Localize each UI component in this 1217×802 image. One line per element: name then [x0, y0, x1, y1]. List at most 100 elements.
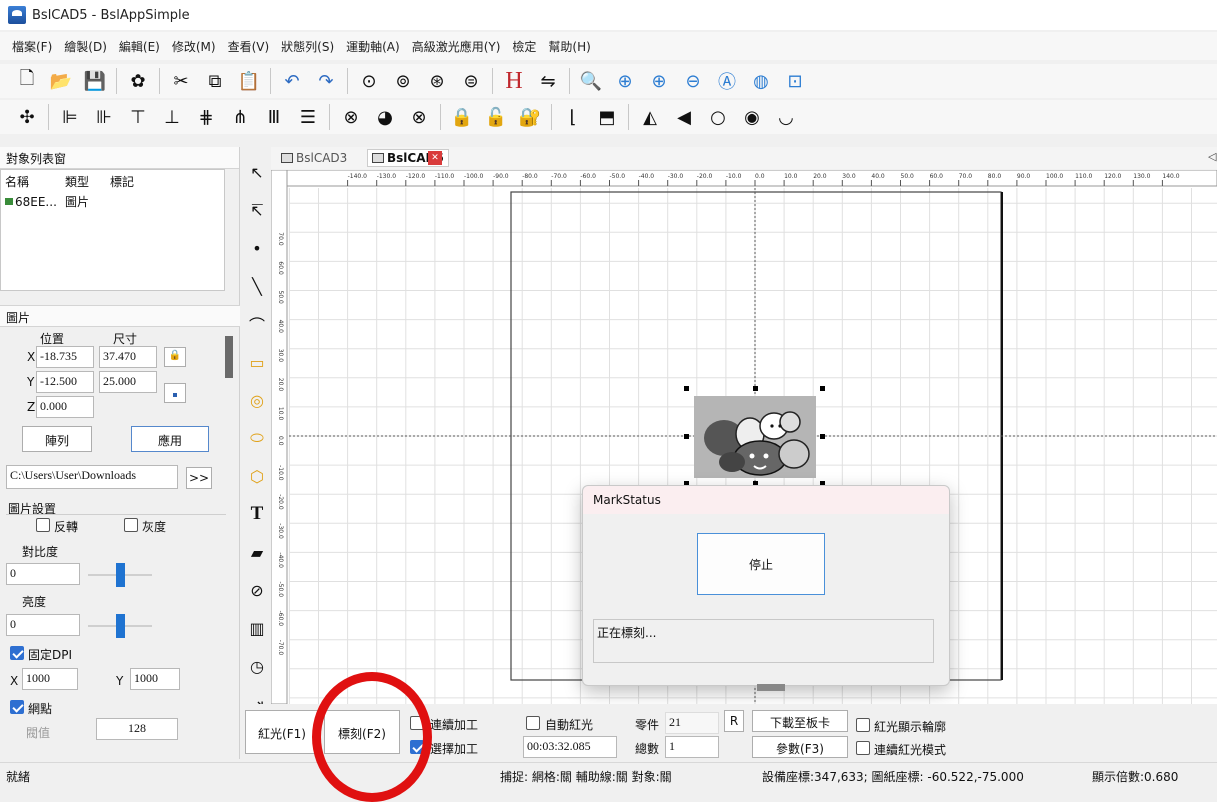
x-position-field[interactable]: -18.735: [36, 346, 94, 368]
parts-field[interactable]: 21: [665, 712, 719, 734]
panel-scrollbar-thumb[interactable]: [225, 336, 233, 378]
object-row[interactable]: 68EE... 圖片: [1, 193, 224, 210]
menu-item-6[interactable]: 運動軸(A): [346, 38, 400, 55]
align-bottom-icon[interactable]: ⊥: [159, 104, 185, 130]
copy-icon[interactable]: ⧉: [202, 68, 228, 94]
hatch-icon[interactable]: H: [501, 68, 527, 94]
dither-checkbox[interactable]: [10, 700, 24, 714]
download-to-board-button[interactable]: 下載至板卡: [752, 710, 848, 732]
lock-ratio-button[interactable]: 🔒: [164, 347, 186, 367]
height-field[interactable]: 25.000: [99, 371, 157, 393]
menu-item-8[interactable]: 檢定: [512, 38, 536, 55]
close-tab-icon[interactable]: ✕: [428, 151, 442, 165]
fixed-dpi-checkbox[interactable]: [10, 646, 24, 660]
unlock-icon[interactable]: 🔓: [483, 104, 509, 130]
circle-tool-icon[interactable]: ◎: [244, 381, 270, 419]
same-width-icon[interactable]: Ⅲ: [261, 104, 287, 130]
align-right-icon[interactable]: ⊪: [91, 104, 117, 130]
zoom-all-icon[interactable]: Ⓐ: [714, 68, 740, 94]
grayscale-checkbox[interactable]: [124, 518, 138, 532]
stop-button[interactable]: 停止: [697, 533, 825, 595]
lock-icon[interactable]: 🔒: [449, 104, 475, 130]
mirror-h-icon[interactable]: ◭: [637, 104, 663, 130]
image-tool-icon[interactable]: ▰: [244, 533, 270, 571]
same-height-icon[interactable]: ☰: [295, 104, 321, 130]
file-path-field[interactable]: C:\Users\User\Downloads: [6, 465, 178, 489]
mirror-v-icon[interactable]: ◀: [671, 104, 697, 130]
barcode-tool-icon[interactable]: ▥: [244, 609, 270, 647]
brightness-slider-thumb[interactable]: [115, 614, 125, 638]
new-icon[interactable]: 🗋: [14, 68, 40, 94]
rotate-icon[interactable]: ⊗: [338, 104, 364, 130]
zoom-out-icon[interactable]: ⊖: [680, 68, 706, 94]
curve-tool-icon[interactable]: ⌒: [244, 305, 270, 343]
menu-item-9[interactable]: 幫助(H): [548, 38, 590, 55]
width-field[interactable]: 37.470: [99, 346, 157, 368]
zoom-in-icon[interactable]: ⊕: [646, 68, 672, 94]
vector-file-tool-icon[interactable]: ⊘: [244, 571, 270, 609]
rectangle-tool-icon[interactable]: ▭: [244, 343, 270, 381]
text-tool-icon[interactable]: T: [244, 495, 270, 533]
menu-item-3[interactable]: 修改(M): [172, 38, 216, 55]
brightness-field[interactable]: 0: [6, 614, 80, 636]
settings-gear-icon[interactable]: ✿: [125, 68, 151, 94]
hide-icon[interactable]: ◡: [773, 104, 799, 130]
bring-front-icon[interactable]: ⬒: [594, 104, 620, 130]
node-edit-tool-icon[interactable]: ↸: [244, 191, 270, 229]
array-button[interactable]: 陣列: [22, 426, 92, 452]
tab-scroll-left-icon[interactable]: ◁: [1208, 150, 1216, 163]
axis-icon[interactable]: ⌊: [560, 104, 586, 130]
close-path-icon[interactable]: ⊗: [406, 104, 432, 130]
align-left-icon[interactable]: ⊫: [57, 104, 83, 130]
continuous-red-checkbox[interactable]: [856, 741, 870, 755]
arc-icon[interactable]: ◕: [372, 104, 398, 130]
browse-button[interactable]: >>: [186, 467, 212, 489]
menu-item-2[interactable]: 編輯(E): [119, 38, 160, 55]
redo-icon[interactable]: ↷: [313, 68, 339, 94]
align-hcenter-icon[interactable]: ⋕: [193, 104, 219, 130]
auto-red-checkbox[interactable]: [526, 716, 540, 730]
y-position-field[interactable]: -12.500: [36, 371, 94, 393]
zoom-page-icon[interactable]: ⊡: [782, 68, 808, 94]
convert-icon[interactable]: ⇋: [535, 68, 561, 94]
select-invert-icon[interactable]: ⊚: [390, 68, 416, 94]
undo-icon[interactable]: ↶: [279, 68, 305, 94]
col-name-header[interactable]: 名稱: [5, 173, 65, 190]
size-options-button[interactable]: [164, 383, 186, 403]
image-object[interactable]: [694, 396, 816, 478]
col-type-header[interactable]: 類型: [65, 173, 110, 190]
total-field[interactable]: 1: [665, 736, 719, 758]
menu-item-1[interactable]: 繪製(D): [64, 38, 107, 55]
zoom-pan-icon[interactable]: ⊕: [612, 68, 638, 94]
line-tool-icon[interactable]: ╲: [244, 267, 270, 305]
show-icon[interactable]: ◉: [739, 104, 765, 130]
group-icon[interactable]: ⊛: [424, 68, 450, 94]
lock-all-icon[interactable]: 🔐: [517, 104, 543, 130]
menu-item-7[interactable]: 高級激光應用(Y): [412, 38, 501, 55]
menu-item-5[interactable]: 狀態列(S): [281, 38, 334, 55]
align-center-icon[interactable]: ✣: [14, 104, 40, 130]
ungroup-icon[interactable]: ⊜: [458, 68, 484, 94]
object-list[interactable]: 名稱 類型 標記 68EE... 圖片: [0, 169, 225, 291]
dpi-y-field[interactable]: 1000: [130, 668, 180, 690]
params-button[interactable]: 參數(F3): [752, 736, 848, 758]
z-position-field[interactable]: 0.000: [36, 396, 94, 418]
cut-icon[interactable]: ✂: [168, 68, 194, 94]
align-vcenter-icon[interactable]: ⋔: [227, 104, 253, 130]
threshold-field[interactable]: 128: [96, 718, 178, 740]
menu-item-4[interactable]: 查看(V): [228, 38, 270, 55]
select-all-icon[interactable]: ⊙: [356, 68, 382, 94]
timer-tool-icon[interactable]: ◷: [244, 647, 270, 685]
point-tool-icon[interactable]: •: [244, 229, 270, 267]
contrast-field[interactable]: 0: [6, 563, 80, 585]
ellipse-tool-icon[interactable]: ⬭: [244, 419, 270, 457]
contrast-slider-thumb[interactable]: [115, 563, 125, 587]
paste-icon[interactable]: 📋: [236, 68, 262, 94]
zoom-icon[interactable]: 🔍: [578, 68, 604, 94]
menu-item-0[interactable]: 檔案(F): [12, 38, 52, 55]
save-icon[interactable]: 💾: [82, 68, 108, 94]
tab-bslcad3[interactable]: BslCAD3: [277, 149, 351, 167]
pointer-tool-icon[interactable]: ↖: [244, 153, 270, 191]
apply-button[interactable]: 應用: [131, 426, 209, 452]
red-light-button[interactable]: 紅光(F1): [245, 710, 319, 754]
